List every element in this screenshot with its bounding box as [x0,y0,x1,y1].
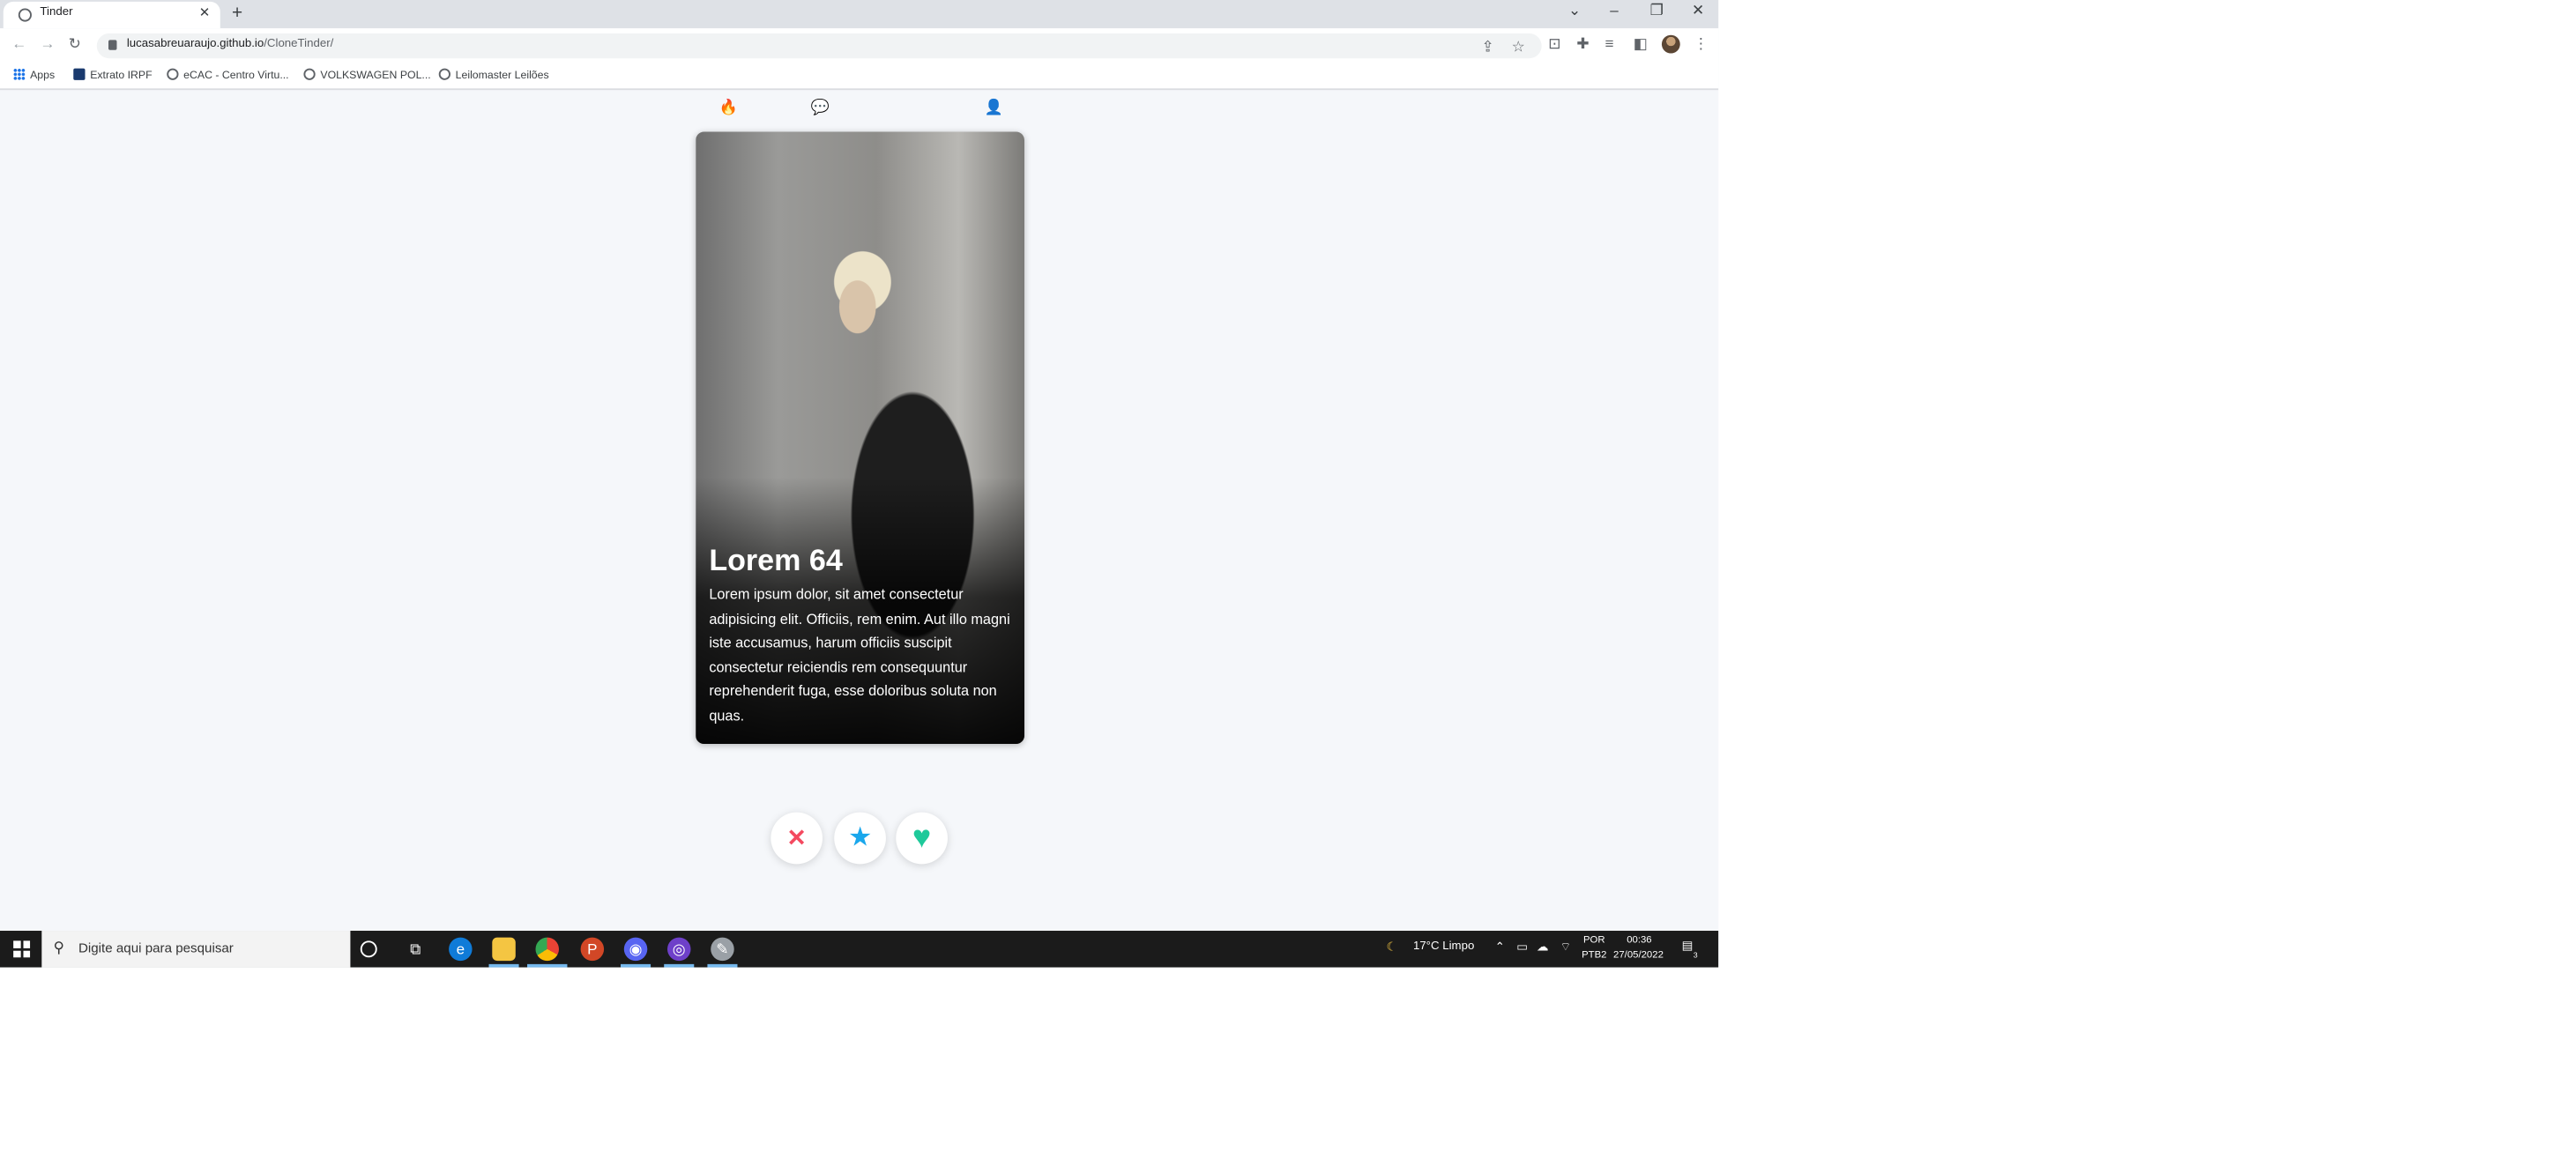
address-bar[interactable]: lucasabreuaraujo.github.io/CloneTinder/ … [96,33,1542,59]
active-indicator [664,963,695,968]
share-icon[interactable]: ⇪ [1482,39,1494,57]
bookmark-label: Extrato IRPF [90,70,153,82]
apps-grid-icon [13,68,26,80]
cast-icon[interactable]: ⊡ [1548,35,1560,54]
browser-toolbar: ← → ↻ lucasabreuaraujo.github.io/CloneTi… [0,28,1719,63]
task-view-icon[interactable]: ⧉ [404,938,427,961]
clock-time[interactable]: 00:36 [1627,936,1651,946]
chat-icon[interactable]: 💬 [811,99,830,117]
bookmark-leilomaster[interactable]: Leilomaster Leilões [438,68,549,82]
language-line2[interactable]: PTB2 [1582,951,1606,961]
taskbar-search[interactable]: ⚲ Digite aqui para pesquisar [41,931,351,968]
active-indicator [707,963,738,968]
close-window-button[interactable]: ✕ [1692,2,1704,20]
profile-avatar[interactable] [1661,34,1680,54]
close-icon: ✕ [786,823,807,851]
language-line1[interactable]: POR [1583,936,1605,946]
battery-icon[interactable]: ▭ [1516,940,1528,954]
bookmark-label: VOLKSWAGEN POL... [320,70,431,82]
moon-icon: ☾ [1386,942,1397,955]
bookmark-label: eCAC - Centro Virtu... [183,70,289,82]
bookmark-volkswagen[interactable]: VOLKSWAGEN POL... [303,68,431,82]
windows-taskbar: ⚲ Digite aqui para pesquisar ⧉ e P ◉ ◎ ✎… [0,931,1719,968]
network-icon[interactable]: ⌔ [1560,940,1570,955]
profile-bio: Lorem ipsum dolor, sit amet consectetur … [709,585,1010,724]
globe-icon [438,68,450,80]
cortana-icon[interactable] [360,940,377,958]
browser-tab[interactable]: Tinder ✕ [3,1,220,29]
screen: Tinder ✕ + ⌄ – ❐ ✕ ← → ↻ lucasabreuarauj… [0,0,1719,968]
heart-icon: ♥ [912,821,932,856]
tab-search-icon[interactable]: ⌄ [1568,2,1581,20]
superlike-button[interactable]: ★ [834,812,886,865]
back-icon[interactable]: ← [11,35,26,52]
tinder-clone-page: 🔥 💬 👤 Lorem 64 Lorem ipsum dolor, sit am… [0,92,1719,932]
globe-icon [303,68,316,80]
tab-title: Tinder [40,6,73,19]
notification-count: 3 [1693,950,1698,960]
globe-icon [18,8,32,22]
side-panel-icon[interactable]: ◧ [1634,35,1648,54]
user-icon[interactable]: 👤 [985,99,1003,117]
like-button[interactable]: ♥ [896,812,948,865]
edge-icon[interactable]: e [449,937,473,962]
chrome-icon[interactable] [535,937,559,962]
forward-icon[interactable]: → [40,35,55,52]
active-indicator [621,963,651,968]
clock-date[interactable]: 27/05/2022 [1613,951,1664,961]
bookmark-label: Leilomaster Leilões [455,70,549,82]
github-desktop-icon[interactable]: ◎ [667,937,691,962]
url-domain: lucasabreuaraujo.github.io [126,38,264,50]
browser-tab-strip: Tinder ✕ + ⌄ – ❐ ✕ [0,0,1719,29]
app-icon[interactable]: ✎ [711,937,734,962]
bookmark-extrato-irpf[interactable]: Extrato IRPF [73,68,153,82]
new-tab-button[interactable]: + [232,4,242,24]
powerpoint-icon[interactable]: P [580,937,605,962]
reading-list-icon[interactable]: ≡ [1605,35,1614,52]
globe-icon [167,68,179,80]
bookmark-star-icon[interactable]: ☆ [1512,39,1525,57]
dislike-button[interactable]: ✕ [771,812,823,865]
cloud-icon[interactable]: ☁ [1537,940,1548,954]
profile-card[interactable]: Lorem 64 Lorem ipsum dolor, sit amet con… [696,131,1024,745]
bookmarks-bar: Apps Extrato IRPF eCAC - Centro Virtu...… [0,62,1719,91]
active-indicator [527,963,568,968]
url-text: lucasabreuaraujo.github.io/CloneTinder/ [127,39,333,50]
bookmark-ecac[interactable]: eCAC - Centro Virtu... [167,68,289,82]
bookmark-apps[interactable]: Apps [13,68,56,82]
reload-icon[interactable]: ↻ [69,35,81,54]
profile-name-age: Lorem 64 [709,543,843,577]
search-icon: ⚲ [53,939,65,956]
active-indicator [488,963,519,968]
star-icon: ★ [848,823,873,853]
weather-text[interactable]: 17°C Limpo [1413,940,1474,952]
file-explorer-icon[interactable] [492,937,516,962]
url-path: /CloneTinder/ [264,38,334,50]
restore-button[interactable]: ❐ [1650,2,1664,20]
show-hidden-icons-icon[interactable]: ⌃ [1495,940,1505,954]
menu-icon[interactable]: ⋮ [1694,35,1709,54]
flame-icon[interactable]: 🔥 [719,99,738,117]
close-tab-icon[interactable]: ✕ [199,5,211,20]
taskbar-search-placeholder: Digite aqui para pesquisar [78,940,234,956]
windows-start-icon[interactable] [13,940,31,958]
lock-icon [108,40,117,50]
extensions-icon[interactable]: ✚ [1576,35,1589,54]
bookmark-label: Apps [30,70,56,82]
notification-icon[interactable]: ▤ [1682,939,1694,952]
extrato-icon [73,68,86,80]
discord-icon[interactable]: ◉ [623,937,648,962]
minimize-button[interactable]: – [1610,2,1618,19]
